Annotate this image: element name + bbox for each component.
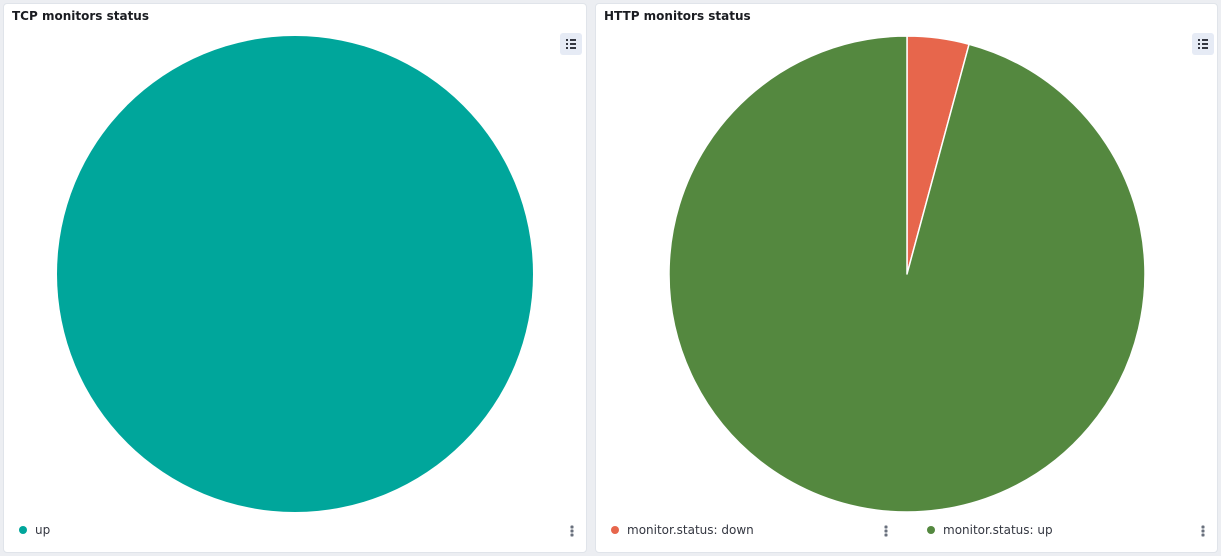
legend-item-monitor-status-up[interactable]: monitor.status: up [927,521,1053,539]
legend-item-menu-button[interactable] [568,523,576,539]
tcp-pie-chart [57,36,533,512]
legend-item-up[interactable]: up [19,521,50,539]
legend-label: up [35,523,51,537]
legend-item-menu-button[interactable] [882,523,890,539]
legend-label: monitor.status: up [943,523,1053,537]
pie-slice-monitor-status-up[interactable] [668,35,1146,513]
legend-label: monitor.status: down [627,523,754,537]
vertical-dots-icon [570,525,574,537]
vertical-dots-icon [884,525,888,537]
legend-item-monitor-status-down[interactable]: monitor.status: down [611,521,754,539]
http-monitors-panel: HTTP monitors status monitor.status: dow… [595,3,1218,553]
legend-color-dot [19,526,27,534]
vertical-dots-icon [1201,525,1205,537]
tcp-monitors-panel: TCP monitors status up [3,3,587,553]
http-pie-chart [668,35,1146,513]
legend-item-menu-button[interactable] [1199,523,1207,539]
legend-color-dot [611,526,619,534]
pie-slice-up[interactable] [57,36,533,512]
legend-color-dot [927,526,935,534]
